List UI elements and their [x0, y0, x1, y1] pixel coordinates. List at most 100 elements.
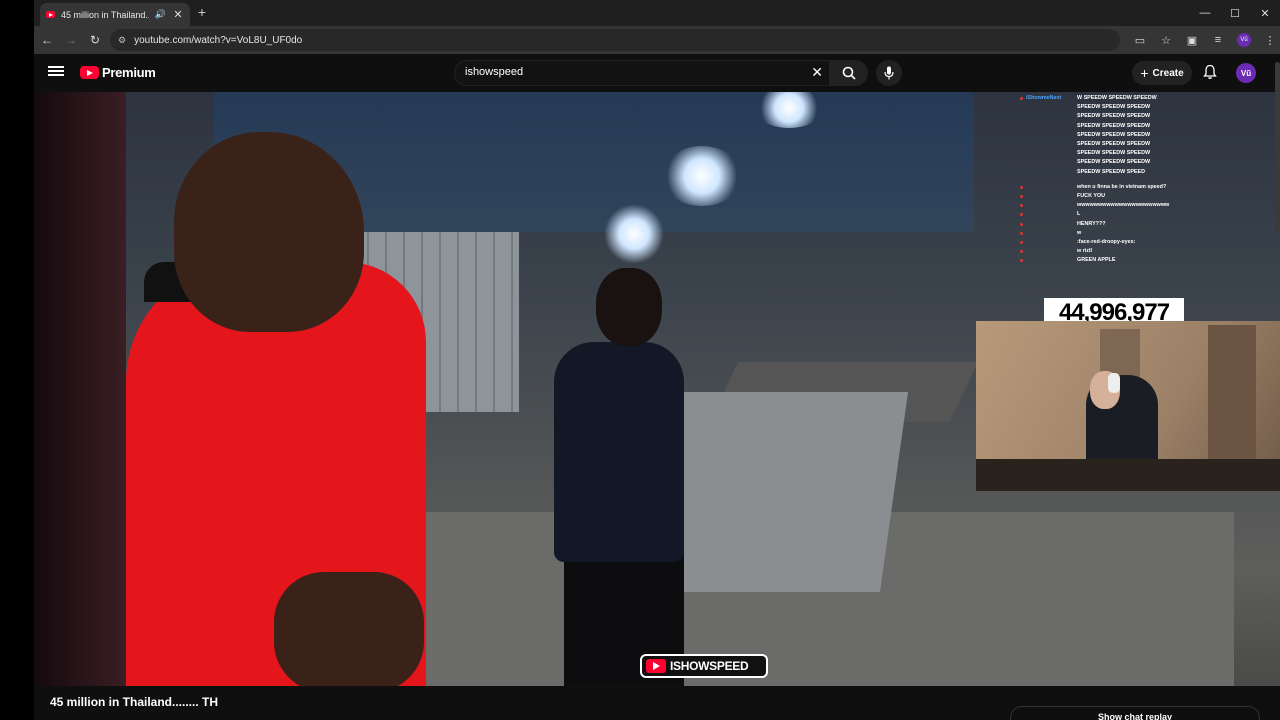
chat-username — [1026, 168, 1074, 177]
cast-icon[interactable]: ▭ — [1130, 29, 1150, 51]
chat-message: GREEN APPLE — [1020, 256, 1186, 265]
browser-toolbar: ← → ↻ ⚙ youtube.com/watch?v=VoL8U_UF0do … — [34, 26, 1280, 54]
headset-icon — [1108, 373, 1120, 393]
chat-text: SPEEDW SPEEDW SPEEDW — [1077, 122, 1151, 129]
plus-icon: + — [1140, 65, 1149, 81]
site-info-icon[interactable]: ⚙ — [118, 35, 126, 46]
reload-button[interactable]: ↻ — [84, 29, 106, 51]
chat-text: SPEEDW SPEEDW SPEEDW — [1077, 113, 1151, 120]
chat-badge-icon — [1020, 250, 1023, 254]
chat-message: SPEEDW SPEEDW SPEEDW — [1020, 122, 1186, 131]
chat-message: SPEEDW SPEEDW SPEEDW — [1020, 131, 1186, 140]
chat-badge-icon — [1020, 204, 1023, 208]
video-player[interactable]: ISHOWSPEED iShowmeNext W SPEEDW SPEEDW SP… — [34, 92, 1280, 686]
youtube-header: Premium ishowspeed ✕ + Create Vũ — [34, 54, 1280, 92]
notifications-bell-icon[interactable] — [1202, 64, 1218, 80]
chat-badge-icon — [1020, 222, 1023, 226]
url-text[interactable]: youtube.com/watch?v=VoL8U_UF0do — [134, 35, 302, 46]
chat-text: HENRY??? — [1077, 220, 1106, 227]
browser-tab-active[interactable]: 45 million in Thailand........ TH 🔊 ✕ — [40, 3, 190, 26]
window-controls: — ☐ ✕ — [1190, 0, 1280, 26]
chat-username — [1026, 158, 1074, 167]
forward-button[interactable]: → — [60, 29, 82, 51]
chat-text: GREEN APPLE — [1077, 257, 1116, 264]
address-bar[interactable]: ⚙ youtube.com/watch?v=VoL8U_UF0do — [110, 29, 1120, 51]
chat-username — [1026, 131, 1074, 140]
scrollbar[interactable] — [1275, 62, 1280, 232]
chat-message: SPEEDW SPEEDW SPEEDW — [1020, 103, 1186, 112]
chat-username — [1026, 210, 1074, 219]
youtube-play-logo-icon — [80, 66, 99, 79]
youtube-favicon-icon — [46, 11, 55, 18]
chat-username — [1026, 229, 1074, 238]
search-input[interactable]: ishowspeed — [465, 66, 523, 78]
voice-search-button[interactable] — [876, 60, 902, 86]
minimize-button[interactable]: — — [1190, 0, 1220, 26]
chat-badge-icon — [1020, 259, 1023, 263]
chat-message: FUCK YOU — [1020, 192, 1186, 201]
chat-message: SPEEDW SPEEDW SPEEDW — [1020, 158, 1186, 167]
chat-message: HENRY??? — [1020, 220, 1186, 229]
watermark-text: ISHOWSPEED — [670, 659, 749, 673]
avatar[interactable]: Vũ — [1236, 63, 1256, 83]
desktop-edge — [0, 0, 34, 720]
overlay-chat: iShowmeNext W SPEEDW SPEEDW SPEEDW SPEEDW … — [1020, 94, 1186, 280]
create-label: Create — [1152, 67, 1184, 79]
chat-badge-icon — [1020, 97, 1023, 100]
chat-text: w rizll — [1077, 248, 1092, 255]
video-title: 45 million in Thailand........ TH — [50, 695, 219, 709]
chat-message: :face-red-droopy-eyes: — [1020, 238, 1186, 247]
search-icon — [842, 66, 856, 80]
media-controls-icon[interactable]: ≡ — [1208, 29, 1228, 51]
chat-username — [1026, 103, 1074, 112]
bookmark-star-icon[interactable]: ☆ — [1156, 29, 1176, 51]
chat-text: SPEEDW SPEEDW SPEEDW — [1077, 104, 1151, 111]
profile-button[interactable]: Vũ — [1234, 29, 1254, 51]
webcam-overlay — [976, 321, 1280, 491]
microphone-icon — [884, 66, 894, 80]
search-button[interactable] — [830, 60, 868, 86]
maximize-button[interactable]: ☐ — [1220, 0, 1250, 26]
chat-badge-icon — [1020, 195, 1023, 199]
chat-text: W SPEEDW SPEEDW SPEEDW — [1077, 95, 1157, 101]
chat-username — [1026, 256, 1074, 265]
speaker-icon[interactable]: 🔊 — [155, 9, 166, 20]
youtube-logo[interactable]: Premium — [80, 65, 156, 80]
chat-message: when u finna be in vietnam speed? — [1020, 183, 1186, 192]
chat-username — [1026, 220, 1074, 229]
chat-badge-icon — [1020, 231, 1023, 235]
browser-menu-icon[interactable]: ⋮ — [1260, 29, 1280, 51]
chat-message: L — [1020, 210, 1186, 219]
chat-message: w — [1020, 229, 1186, 238]
chat-username — [1026, 112, 1074, 121]
chat-username — [1026, 183, 1074, 192]
chat-message: wwwwwwwwwwwwwwwwwwwwww — [1020, 201, 1186, 210]
close-window-button[interactable]: ✕ — [1250, 0, 1280, 26]
clear-search-icon[interactable]: ✕ — [811, 64, 823, 81]
logo-text: Premium — [102, 65, 156, 80]
chat-badge-icon — [1020, 241, 1023, 245]
chat-username — [1026, 192, 1074, 201]
create-button[interactable]: + Create — [1132, 61, 1192, 85]
tab-title: 45 million in Thailand........ TH — [61, 9, 149, 20]
new-tab-button[interactable]: + — [194, 4, 210, 20]
search-box[interactable]: ishowspeed ✕ — [454, 60, 830, 86]
tab-close-button[interactable]: ✕ — [172, 8, 184, 21]
show-chat-replay-button[interactable]: Show chat replay — [1010, 706, 1260, 720]
channel-watermark: ISHOWSPEED — [640, 654, 768, 678]
chat-text: L — [1077, 211, 1081, 218]
chat-message: SPEEDW SPEEDW SPEEDW — [1020, 112, 1186, 121]
chat-badge-icon — [1020, 185, 1023, 189]
side-panel-icon[interactable]: ▣ — [1182, 29, 1202, 51]
hamburger-menu-icon[interactable] — [48, 64, 64, 80]
chat-text: FUCK YOU — [1077, 193, 1106, 200]
chat-username — [1026, 149, 1074, 158]
chat-text: SPEEDW SPEEDW SPEED — [1077, 168, 1145, 175]
chat-text: w — [1077, 229, 1082, 236]
youtube-play-logo-icon — [646, 659, 666, 673]
chat-username — [1026, 201, 1074, 210]
back-button[interactable]: ← — [36, 29, 58, 51]
video-info: 45 million in Thailand........ TH Show c… — [34, 686, 1280, 720]
chat-text: SPEEDW SPEEDW SPEEDW — [1077, 159, 1151, 166]
tab-strip: 45 million in Thailand........ TH 🔊 ✕ + … — [34, 0, 1280, 26]
